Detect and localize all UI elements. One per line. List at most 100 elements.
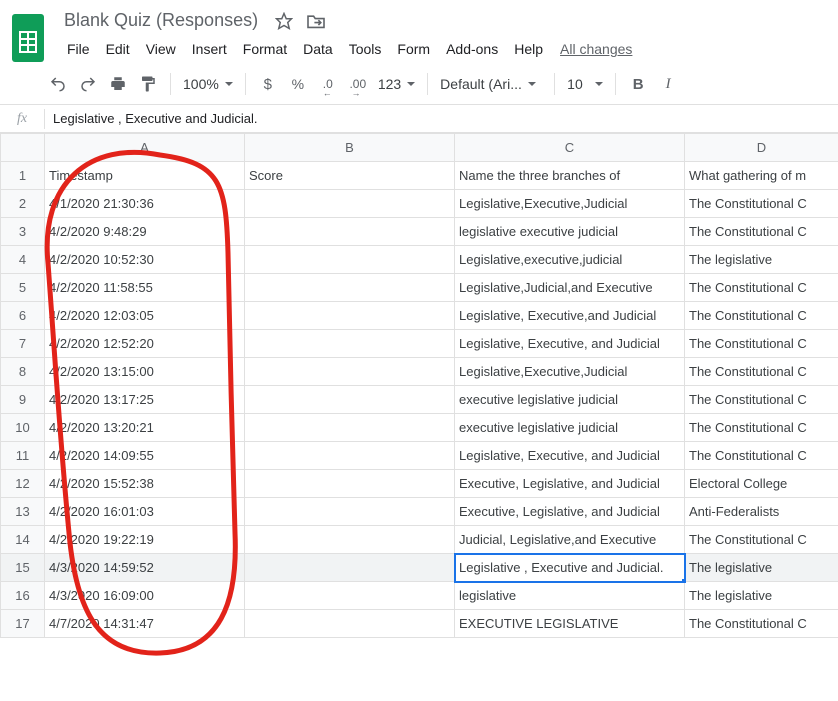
cell[interactable]: 4/2/2020 12:03:05 — [45, 302, 245, 330]
font-size-dropdown[interactable]: 10 — [563, 76, 607, 92]
cell[interactable] — [245, 442, 455, 470]
cell[interactable]: 4/2/2020 15:52:38 — [45, 470, 245, 498]
cell[interactable]: The Constitutional C — [685, 358, 838, 386]
cell[interactable]: 4/2/2020 14:09:55 — [45, 442, 245, 470]
column-header-c[interactable]: C — [455, 134, 685, 162]
row-header[interactable]: 7 — [1, 330, 45, 358]
cell[interactable]: 4/3/2020 16:09:00 — [45, 582, 245, 610]
cell[interactable]: 4/1/2020 21:30:36 — [45, 190, 245, 218]
menu-edit[interactable]: Edit — [99, 37, 137, 61]
paint-format-icon[interactable] — [134, 70, 162, 98]
format-currency-button[interactable]: $ — [254, 70, 282, 98]
redo-icon[interactable] — [74, 70, 102, 98]
row-header[interactable]: 9 — [1, 386, 45, 414]
cell[interactable] — [245, 610, 455, 638]
document-title[interactable]: Blank Quiz (Responses) — [60, 8, 262, 33]
star-icon[interactable] — [274, 11, 294, 31]
selection-handle[interactable] — [681, 578, 685, 582]
menu-data[interactable]: Data — [296, 37, 340, 61]
row-header[interactable]: 13 — [1, 498, 45, 526]
cell[interactable]: The Constitutional C — [685, 302, 838, 330]
menu-view[interactable]: View — [139, 37, 183, 61]
spreadsheet-grid[interactable]: A B C D 1TimestampScoreName the three br… — [0, 133, 838, 638]
row-header[interactable]: 10 — [1, 414, 45, 442]
cell[interactable] — [245, 246, 455, 274]
cell[interactable] — [245, 498, 455, 526]
font-family-dropdown[interactable]: Default (Ari... — [436, 76, 546, 92]
cell[interactable]: legislative — [455, 582, 685, 610]
cell[interactable]: Legislative,Executive,Judicial — [455, 190, 685, 218]
menu-insert[interactable]: Insert — [185, 37, 234, 61]
cell[interactable] — [245, 330, 455, 358]
cell[interactable] — [245, 582, 455, 610]
cell[interactable]: legislative executive judicial — [455, 218, 685, 246]
menu-tools[interactable]: Tools — [342, 37, 389, 61]
cell[interactable] — [245, 274, 455, 302]
row-header[interactable]: 11 — [1, 442, 45, 470]
format-percent-button[interactable]: % — [284, 70, 312, 98]
cell[interactable]: The Constitutional C — [685, 218, 838, 246]
cell[interactable]: The Constitutional C — [685, 330, 838, 358]
row-header[interactable]: 1 — [1, 162, 45, 190]
row-header[interactable]: 6 — [1, 302, 45, 330]
print-icon[interactable] — [104, 70, 132, 98]
cell[interactable]: Judicial, Legislative,and Executive — [455, 526, 685, 554]
menu-format[interactable]: Format — [236, 37, 294, 61]
column-header-a[interactable]: A — [45, 134, 245, 162]
cell[interactable]: 4/2/2020 13:15:00 — [45, 358, 245, 386]
cell[interactable]: 4/3/2020 14:59:52 — [45, 554, 245, 582]
move-icon[interactable] — [306, 11, 326, 31]
cell[interactable]: Score — [245, 162, 455, 190]
cell[interactable]: executive legislative judicial — [455, 386, 685, 414]
zoom-dropdown[interactable]: 100% — [179, 76, 237, 92]
cell[interactable]: 4/2/2020 16:01:03 — [45, 498, 245, 526]
cell[interactable]: 4/7/2020 14:31:47 — [45, 610, 245, 638]
row-header[interactable]: 4 — [1, 246, 45, 274]
italic-button[interactable]: I — [654, 70, 682, 98]
sheets-logo-icon[interactable] — [8, 12, 48, 64]
menu-file[interactable]: File — [60, 37, 97, 61]
row-header[interactable]: 16 — [1, 582, 45, 610]
cell[interactable]: Executive, Legislative, and Judicial — [455, 498, 685, 526]
cell[interactable]: The Constitutional C — [685, 442, 838, 470]
cell[interactable]: Anti-Federalists — [685, 498, 838, 526]
formula-input[interactable]: Legislative , Executive and Judicial. — [45, 111, 838, 126]
decrease-decimal-button[interactable]: .0← — [314, 70, 342, 98]
cell[interactable]: executive legislative judicial — [455, 414, 685, 442]
cell[interactable]: 4/2/2020 19:22:19 — [45, 526, 245, 554]
cell[interactable]: EXECUTIVE LEGISLATIVE — [455, 610, 685, 638]
menu-addons[interactable]: Add-ons — [439, 37, 505, 61]
cell[interactable]: What gathering of m — [685, 162, 838, 190]
row-header[interactable]: 17 — [1, 610, 45, 638]
all-changes-saved[interactable]: All changes — [560, 41, 632, 57]
cell[interactable] — [245, 190, 455, 218]
cell[interactable]: Legislative, Executive,and Judicial — [455, 302, 685, 330]
cell[interactable]: Legislative,executive,judicial — [455, 246, 685, 274]
row-header[interactable]: 2 — [1, 190, 45, 218]
cell[interactable] — [245, 526, 455, 554]
cell[interactable] — [245, 358, 455, 386]
cell[interactable]: 4/2/2020 12:52:20 — [45, 330, 245, 358]
cell[interactable]: 4/2/2020 9:48:29 — [45, 218, 245, 246]
cell[interactable]: Legislative,Judicial,and Executive — [455, 274, 685, 302]
column-header-b[interactable]: B — [245, 134, 455, 162]
increase-decimal-button[interactable]: .00→ — [344, 70, 372, 98]
cell[interactable]: Electoral College — [685, 470, 838, 498]
row-header[interactable]: 14 — [1, 526, 45, 554]
cell[interactable]: 4/2/2020 13:20:21 — [45, 414, 245, 442]
select-all-corner[interactable] — [1, 134, 45, 162]
cell[interactable]: Legislative, Executive, and Judicial — [455, 330, 685, 358]
cell[interactable] — [245, 386, 455, 414]
row-header[interactable]: 5 — [1, 274, 45, 302]
cell[interactable] — [245, 218, 455, 246]
cell[interactable]: Executive, Legislative, and Judicial — [455, 470, 685, 498]
cell[interactable]: The legislative — [685, 582, 838, 610]
cell[interactable]: The Constitutional C — [685, 526, 838, 554]
cell[interactable] — [245, 302, 455, 330]
cell[interactable]: 4/2/2020 11:58:55 — [45, 274, 245, 302]
menu-form[interactable]: Form — [390, 37, 437, 61]
cell[interactable] — [245, 554, 455, 582]
cell[interactable]: Legislative , Executive and Judicial. — [455, 554, 685, 582]
cell[interactable]: The legislative — [685, 554, 838, 582]
number-format-dropdown[interactable]: 123 — [374, 76, 419, 92]
